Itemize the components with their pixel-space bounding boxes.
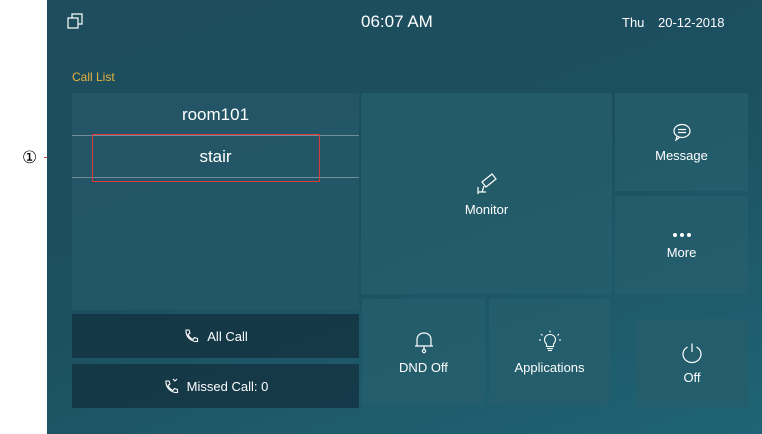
intercom-screen: 06:07 AM Thu 20-12-2018 Call List room10…	[47, 0, 762, 434]
message-tile[interactable]: Message	[615, 93, 748, 191]
call-list-label: Call List	[72, 70, 115, 84]
power-icon	[682, 343, 702, 363]
applications-tile[interactable]: Applications	[489, 299, 610, 405]
monitor-tile[interactable]: Monitor	[361, 93, 612, 294]
weekday: Thu	[622, 15, 645, 30]
more-tile[interactable]: More	[615, 196, 748, 294]
message-label: Message	[655, 147, 708, 163]
call-list-panel: room101 stair	[72, 93, 359, 310]
chat-bubble-icon	[672, 123, 691, 141]
dnd-tile[interactable]: DND Off	[362, 299, 485, 405]
power-off-tile[interactable]: Off	[636, 319, 748, 407]
dnd-label: DND Off	[399, 359, 448, 375]
all-call-button[interactable]: All Call	[72, 314, 359, 358]
status-bar: 06:07 AM Thu 20-12-2018	[47, 0, 762, 50]
window-toggle-icon[interactable]	[67, 13, 83, 29]
date: 20-12-2018	[658, 15, 725, 30]
missed-call-icon	[165, 378, 178, 394]
camera-icon	[476, 173, 497, 194]
phone-icon	[185, 329, 199, 343]
call-list-item-room101[interactable]: room101	[72, 95, 359, 136]
lightbulb-icon	[538, 330, 561, 351]
monitor-label: Monitor	[464, 202, 509, 217]
annotation-marker: ①	[22, 148, 38, 168]
off-label: Off	[683, 369, 701, 385]
clock-time: 06:07 AM	[361, 12, 433, 31]
ellipsis-icon	[672, 232, 691, 237]
missed-call-label: Missed Call: 0	[186, 378, 269, 394]
applications-label: Applications	[514, 359, 585, 375]
bell-icon	[414, 331, 433, 353]
missed-call-button[interactable]: Missed Call: 0	[72, 364, 359, 408]
all-call-label: All Call	[207, 328, 248, 344]
annotation-highlight-box	[92, 134, 320, 182]
more-label: More	[666, 244, 697, 260]
